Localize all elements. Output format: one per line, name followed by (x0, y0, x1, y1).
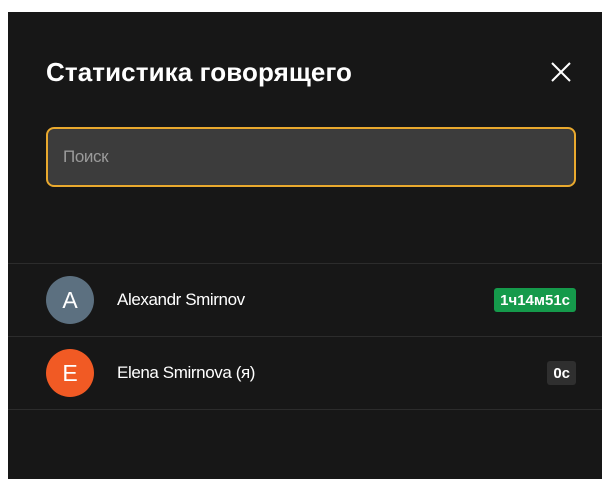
speaking-time-badge: 1ч14м51с (494, 288, 576, 312)
list-bottom-divider (8, 409, 602, 410)
speaking-time-badge: 0с (547, 361, 576, 385)
speaker-name: Alexandr Smirnov (117, 290, 245, 309)
close-icon (551, 62, 571, 82)
search-input[interactable] (49, 130, 573, 184)
speaker-name: Elena Smirnova (я) (117, 363, 256, 382)
speaker-stats-dialog: Статистика говорящего A Alexandr Smirnov… (8, 12, 602, 479)
dialog-header: Статистика говорящего (46, 55, 576, 89)
dialog-title: Статистика говорящего (46, 56, 353, 87)
avatar: A (46, 276, 94, 324)
speaker-row: E Elena Smirnova (я) 0с (8, 337, 602, 409)
search-box (46, 127, 576, 187)
speaker-row: A Alexandr Smirnov 1ч14м51с (8, 264, 602, 336)
close-button[interactable] (546, 57, 576, 87)
avatar: E (46, 349, 94, 397)
